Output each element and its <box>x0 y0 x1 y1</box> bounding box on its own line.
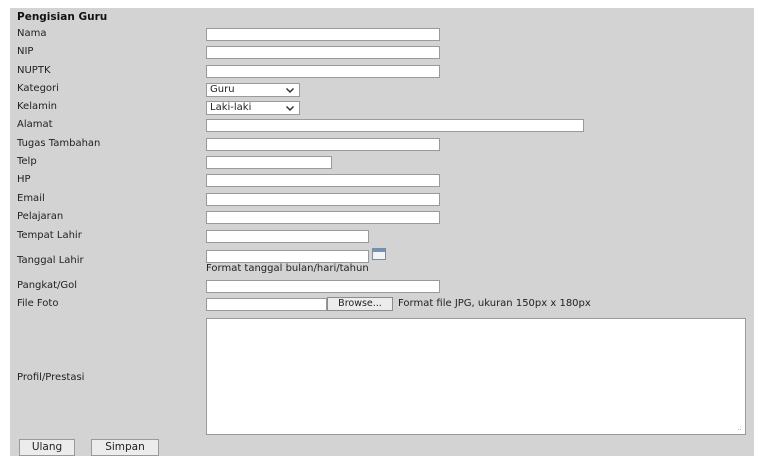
tugas-tambahan-label: Tugas Tambahan <box>17 138 101 149</box>
nip-label: NIP <box>17 46 34 57</box>
tempat-lahir-label: Tempat Lahir <box>17 230 82 241</box>
tanggal-lahir-hint: Format tanggal bulan/hari/tahun <box>206 263 369 274</box>
telp-input[interactable] <box>206 156 332 169</box>
kelamin-selected-value: Laki-laki <box>210 102 252 113</box>
file-foto-hint: Format file JPG, ukuran 150px x 180px <box>398 298 591 309</box>
form-title: Pengisian Guru <box>17 11 108 23</box>
reset-button[interactable]: Ulang <box>19 439 75 456</box>
calendar-icon[interactable] <box>372 248 386 260</box>
pelajaran-input[interactable] <box>206 211 440 224</box>
chevron-down-icon <box>285 105 295 112</box>
form-panel: Pengisian Guru Nama NIP NUPTK Kategori G… <box>10 8 754 456</box>
email-input[interactable] <box>206 193 440 206</box>
nuptk-label: NUPTK <box>17 65 51 76</box>
kelamin-select[interactable]: Laki-laki <box>206 101 300 115</box>
resize-handle-icon[interactable]: .: <box>737 424 742 432</box>
tugas-tambahan-input[interactable] <box>206 138 440 151</box>
browse-button[interactable]: Browse... <box>327 297 393 311</box>
profil-prestasi-label: Profil/Prestasi <box>17 372 85 383</box>
hp-label: HP <box>17 174 31 185</box>
pangkat-gol-input[interactable] <box>206 280 440 293</box>
tanggal-lahir-label: Tanggal Lahir <box>17 255 84 266</box>
telp-label: Telp <box>17 156 37 167</box>
nama-label: Nama <box>17 28 47 39</box>
pangkat-gol-label: Pangkat/Gol <box>17 280 78 291</box>
file-foto-label: File Foto <box>17 298 59 309</box>
save-button[interactable]: Simpan <box>91 439 159 456</box>
nip-input[interactable] <box>206 46 440 59</box>
chevron-down-icon <box>285 87 295 94</box>
alamat-input[interactable] <box>206 119 584 132</box>
tempat-lahir-input[interactable] <box>206 230 369 243</box>
kategori-select[interactable]: Guru <box>206 83 300 97</box>
tanggal-lahir-input[interactable] <box>206 250 369 263</box>
profil-prestasi-textarea[interactable]: .: <box>206 318 746 435</box>
kategori-selected-value: Guru <box>210 84 235 95</box>
kategori-label: Kategori <box>17 83 59 94</box>
nama-input[interactable] <box>206 28 440 41</box>
email-label: Email <box>17 193 45 204</box>
file-foto-input[interactable] <box>206 298 327 311</box>
alamat-label: Alamat <box>17 119 53 130</box>
hp-input[interactable] <box>206 174 440 187</box>
pelajaran-label: Pelajaran <box>17 211 64 222</box>
kelamin-label: Kelamin <box>17 101 57 112</box>
nuptk-input[interactable] <box>206 65 440 78</box>
